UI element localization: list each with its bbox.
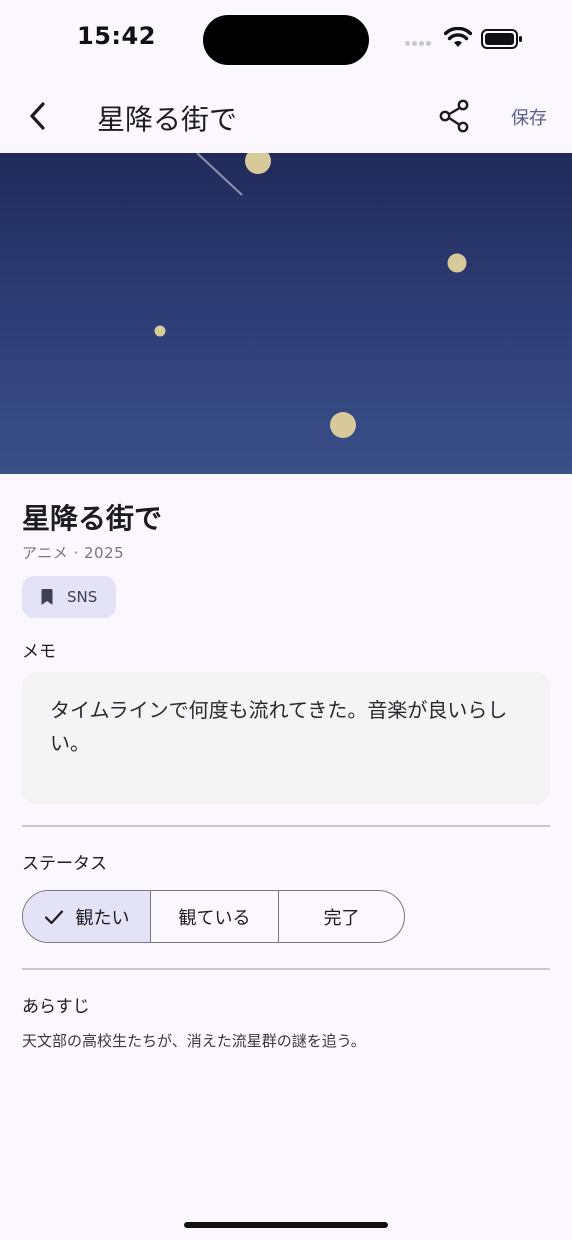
save-button[interactable]: 保存 xyxy=(511,104,547,130)
home-indicator[interactable] xyxy=(184,1222,388,1228)
share-button[interactable] xyxy=(438,98,472,134)
check-icon xyxy=(44,909,63,924)
status-label: ステータス xyxy=(22,854,107,874)
status-option-label: 完了 xyxy=(323,907,360,929)
tag-label: SNS xyxy=(67,588,98,606)
starry-sky-illustration xyxy=(154,153,467,438)
hero-image xyxy=(0,153,572,474)
cellular-signal-icon xyxy=(405,41,431,46)
source-tag-chip[interactable]: SNS xyxy=(22,576,116,618)
battery-icon xyxy=(481,29,522,49)
status-option-label: 観ている xyxy=(178,907,251,929)
chevron-left-icon xyxy=(30,102,45,130)
status-option-label: 観たい xyxy=(75,907,130,929)
status-segmented-control: 観たい 観ている 完了 xyxy=(22,890,405,943)
status-option-completed[interactable]: 完了 xyxy=(278,891,404,942)
memo-field[interactable]: タイムラインで何度も流れてきた。音楽が良いらしい。 xyxy=(22,672,550,804)
synopsis-label: あらすじ xyxy=(22,997,90,1017)
synopsis-text: 天文部の高校生たちが、消えた流星群の謎を追う。 xyxy=(22,1032,366,1050)
bookmark-icon xyxy=(41,589,53,605)
back-button[interactable] xyxy=(22,96,54,136)
share-icon xyxy=(439,99,469,133)
wifi-icon xyxy=(444,27,472,47)
status-option-want-to-watch[interactable]: 観たい xyxy=(23,891,150,942)
memo-label: メモ xyxy=(22,642,56,662)
status-bar: 15:42 xyxy=(0,0,572,78)
divider xyxy=(22,825,550,827)
content-meta: アニメ · 2025 xyxy=(22,544,125,562)
app-bar-title: 星降る街で xyxy=(97,103,238,136)
divider xyxy=(22,968,550,970)
status-option-watching[interactable]: 観ている xyxy=(150,891,278,942)
dynamic-island xyxy=(203,15,369,65)
app-bar: 星降る街で 保存 xyxy=(0,78,572,153)
memo-text: タイムラインで何度も流れてきた。音楽が良いらしい。 xyxy=(50,698,508,755)
content-title: 星降る街で xyxy=(22,502,163,535)
status-time: 15:42 xyxy=(77,22,156,50)
